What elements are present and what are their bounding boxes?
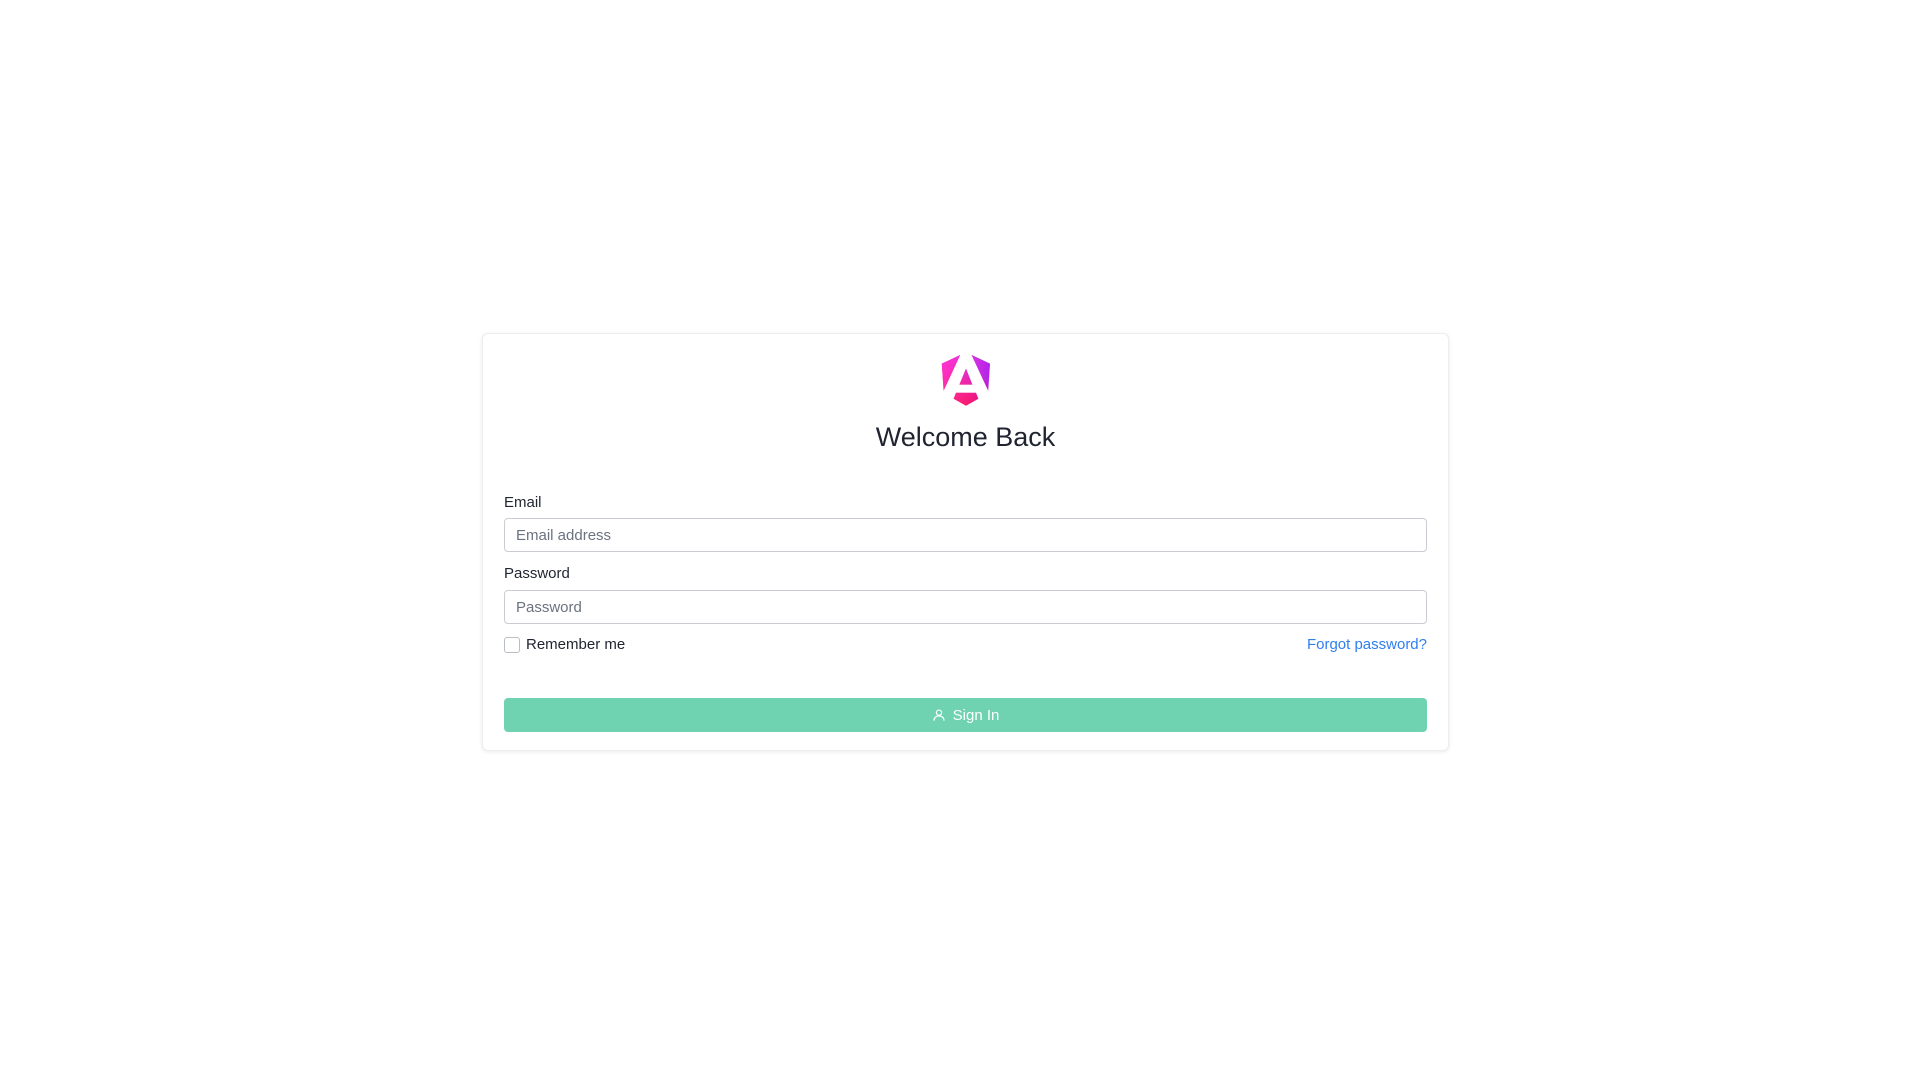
remember-me-label[interactable]: Remember me (526, 636, 625, 653)
remember-me-checkbox[interactable] (504, 637, 520, 653)
email-label: Email (504, 494, 542, 511)
login-card: Welcome Back Email Password Remember me … (482, 333, 1449, 751)
password-field[interactable] (504, 590, 1427, 624)
email-field[interactable] (504, 518, 1427, 552)
page: Welcome Back Email Password Remember me … (0, 0, 1920, 1080)
password-label: Password (504, 565, 570, 582)
user-icon (932, 708, 946, 722)
sign-in-label: Sign In (952, 706, 1000, 724)
remember-me-option[interactable]: Remember me (504, 636, 625, 653)
sign-in-button[interactable]: Sign In (504, 698, 1427, 732)
angular-logo-icon (940, 355, 992, 407)
forgot-password-link[interactable]: Forgot password? (1307, 636, 1427, 653)
page-title: Welcome Back (875, 422, 1056, 452)
